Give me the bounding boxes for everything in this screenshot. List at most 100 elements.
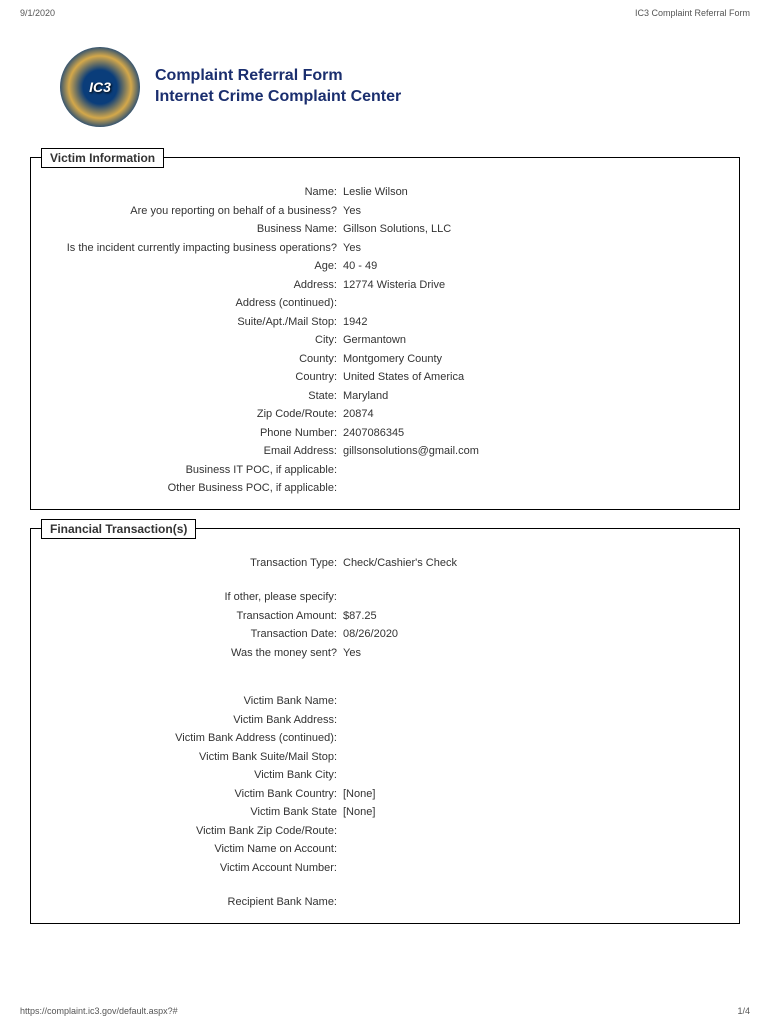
field-row: Business IT POC, if applicable: [51, 462, 719, 479]
content-area: Complaint Referral Form Internet Crime C… [0, 22, 770, 924]
field-row: Are you reporting on behalf of a busines… [51, 203, 719, 220]
victim-field-list: Name:Leslie WilsonAre you reporting on b… [51, 184, 719, 497]
field-value [341, 589, 719, 606]
field-value [341, 823, 719, 840]
field-label: Age: [51, 258, 341, 275]
field-row: If other, please specify: [51, 589, 719, 606]
field-label: Other Business POC, if applicable: [51, 480, 341, 497]
group-spacer [51, 878, 719, 892]
field-label: Victim Name on Account: [51, 841, 341, 858]
field-label: Transaction Date: [51, 626, 341, 643]
field-row: Victim Bank Address: [51, 712, 719, 729]
field-value [341, 462, 719, 479]
field-value [341, 749, 719, 766]
field-row: Country:United States of America [51, 369, 719, 386]
page-title-line1: Complaint Referral Form [155, 66, 401, 87]
field-label: Transaction Amount: [51, 608, 341, 625]
group-spacer [51, 573, 719, 587]
field-label: County: [51, 351, 341, 368]
field-row: Transaction Type:Check/Cashier's Check [51, 555, 719, 572]
field-label: Suite/Apt./Mail Stop: [51, 314, 341, 331]
field-value: Gillson Solutions, LLC [341, 221, 719, 238]
field-value: Maryland [341, 388, 719, 405]
financial-section-heading: Financial Transaction(s) [41, 519, 196, 539]
field-row: Email Address:gillsonsolutions@gmail.com [51, 443, 719, 460]
ic3-seal-logo [60, 47, 140, 127]
field-row: Was the money sent?Yes [51, 645, 719, 662]
financial-field-list: Transaction Type:Check/Cashier's Check If… [51, 555, 719, 911]
field-row: Other Business POC, if applicable: [51, 480, 719, 497]
field-label: Victim Bank Zip Code/Route: [51, 823, 341, 840]
group-spacer [51, 663, 719, 677]
field-value: 2407086345 [341, 425, 719, 442]
field-value: Germantown [341, 332, 719, 349]
field-label: Phone Number: [51, 425, 341, 442]
page-title-line2: Internet Crime Complaint Center [155, 87, 401, 108]
field-value: Yes [341, 203, 719, 220]
financial-transactions-section: Financial Transaction(s) Transaction Typ… [30, 528, 740, 924]
field-value [341, 860, 719, 877]
field-row: Victim Bank City: [51, 767, 719, 784]
field-label: Victim Bank Country: [51, 786, 341, 803]
field-value: Leslie Wilson [341, 184, 719, 201]
field-label: Victim Bank Address: [51, 712, 341, 729]
footer-url: https://complaint.ic3.gov/default.aspx?# [20, 1006, 178, 1016]
field-row: Victim Bank Suite/Mail Stop: [51, 749, 719, 766]
header-doc-title: IC3 Complaint Referral Form [635, 8, 750, 18]
field-row: Zip Code/Route:20874 [51, 406, 719, 423]
field-label: Country: [51, 369, 341, 386]
field-value [341, 295, 719, 312]
field-value: 40 - 49 [341, 258, 719, 275]
field-value [341, 767, 719, 784]
title-block: Complaint Referral Form Internet Crime C… [155, 66, 401, 108]
field-label: Email Address: [51, 443, 341, 460]
field-label: Are you reporting on behalf of a busines… [51, 203, 341, 220]
field-value [341, 894, 719, 911]
field-row: Victim Bank Country:[None] [51, 786, 719, 803]
field-value [341, 841, 719, 858]
header-date: 9/1/2020 [20, 8, 55, 18]
field-value: [None] [341, 786, 719, 803]
victim-section-heading: Victim Information [41, 148, 164, 168]
field-row: Recipient Bank Name: [51, 894, 719, 911]
field-label: Victim Account Number: [51, 860, 341, 877]
field-label: Address: [51, 277, 341, 294]
field-label: Name: [51, 184, 341, 201]
group-spacer [51, 677, 719, 691]
field-label: Victim Bank State [51, 804, 341, 821]
field-row: Victim Name on Account: [51, 841, 719, 858]
field-row: Is the incident currently impacting busi… [51, 240, 719, 257]
field-row: Suite/Apt./Mail Stop:1942 [51, 314, 719, 331]
field-row: County:Montgomery County [51, 351, 719, 368]
field-row: Address:12774 Wisteria Drive [51, 277, 719, 294]
field-row: Name:Leslie Wilson [51, 184, 719, 201]
footer-page-number: 1/4 [737, 1006, 750, 1016]
field-label: State: [51, 388, 341, 405]
field-label: Victim Bank Address (continued): [51, 730, 341, 747]
field-value: Check/Cashier's Check [341, 555, 719, 572]
field-value: Yes [341, 645, 719, 662]
field-label: Recipient Bank Name: [51, 894, 341, 911]
field-row: Victim Account Number: [51, 860, 719, 877]
field-row: Business Name:Gillson Solutions, LLC [51, 221, 719, 238]
field-label: Was the money sent? [51, 645, 341, 662]
page-footer: https://complaint.ic3.gov/default.aspx?#… [20, 1006, 750, 1016]
field-label: Transaction Type: [51, 555, 341, 572]
field-label: Zip Code/Route: [51, 406, 341, 423]
field-row: Transaction Amount:$87.25 [51, 608, 719, 625]
field-value: [None] [341, 804, 719, 821]
field-value: $87.25 [341, 608, 719, 625]
field-row: State:Maryland [51, 388, 719, 405]
field-label: Victim Bank Name: [51, 693, 341, 710]
field-value [341, 712, 719, 729]
field-value: 20874 [341, 406, 719, 423]
field-label: Business IT POC, if applicable: [51, 462, 341, 479]
field-value: 1942 [341, 314, 719, 331]
field-row: Victim Bank Zip Code/Route: [51, 823, 719, 840]
page-header: 9/1/2020 IC3 Complaint Referral Form [0, 0, 770, 22]
field-label: Victim Bank Suite/Mail Stop: [51, 749, 341, 766]
field-value: United States of America [341, 369, 719, 386]
field-row: Victim Bank Name: [51, 693, 719, 710]
field-row: Transaction Date:08/26/2020 [51, 626, 719, 643]
field-label: City: [51, 332, 341, 349]
